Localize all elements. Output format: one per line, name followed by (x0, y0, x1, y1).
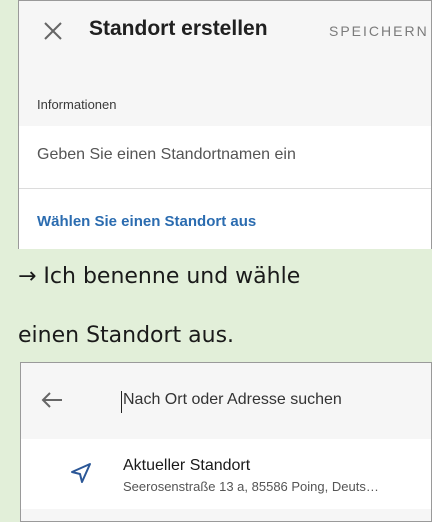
search-input[interactable]: Nach Ort oder Adresse suchen (123, 391, 342, 409)
close-icon[interactable] (43, 21, 63, 41)
current-location-title: Aktueller Standort (123, 457, 251, 474)
current-location-item[interactable]: Aktueller Standort Seerosenstraße 13 a, … (21, 439, 431, 509)
select-location-link[interactable]: Wählen Sie einen Standort aus (19, 189, 431, 249)
location-name-placeholder: Geben Sie einen Standortnamen ein (37, 146, 296, 163)
save-button[interactable]: SPEICHERN (329, 23, 429, 39)
location-arrow-icon (69, 461, 93, 485)
location-search-screen: Nach Ort oder Adresse suchen Aktueller S… (20, 362, 432, 522)
location-name-field[interactable]: Geben Sie einen Standortnamen ein (19, 126, 431, 189)
select-location-label: Wählen Sie einen Standort aus (37, 213, 257, 230)
create-location-screen: Standort erstellen SPEICHERN Information… (18, 0, 432, 249)
text-cursor (121, 391, 122, 413)
section-label: Informationen (37, 97, 117, 112)
page-title: Standort erstellen (89, 17, 268, 40)
search-bar: Nach Ort oder Adresse suchen (21, 369, 431, 433)
caption-line-2: einen Standort aus. (18, 323, 235, 348)
back-arrow-icon[interactable] (41, 391, 63, 409)
current-location-address: Seerosenstraße 13 a, 85586 Poing, Deuts… (123, 479, 379, 494)
app-bar: Standort erstellen SPEICHERN (19, 1, 431, 65)
caption-line-1: → Ich benenne und wähle (18, 264, 301, 289)
